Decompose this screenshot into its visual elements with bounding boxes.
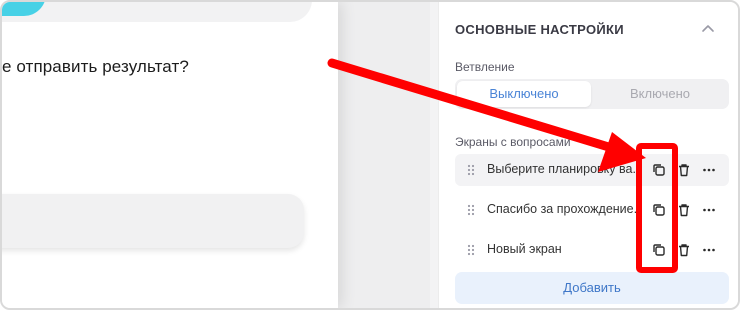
more-icon[interactable]: [701, 162, 717, 178]
more-icon[interactable]: [701, 242, 717, 258]
screen-item-label: Выберите планировку ва...: [487, 162, 637, 176]
settings-panel: ОСНОВНЫЕ НАСТРОЙКИ Ветвление Выключено В…: [438, 2, 738, 308]
branching-option-off[interactable]: Выключено: [457, 81, 591, 107]
screen-list-item[interactable]: Выберите планировку ва...: [455, 154, 729, 186]
app-frame: е отправить результат? ОСНОВНЫЕ НАСТРОЙК…: [0, 0, 740, 310]
screen-list-item[interactable]: Новый экран: [455, 234, 729, 266]
screen-item-label: Новый экран: [487, 242, 562, 256]
branching-toggle: Выключено Включено: [455, 79, 729, 109]
section-title: ОСНОВНЫЕ НАСТРОЙКИ: [455, 22, 624, 37]
copy-icon[interactable]: [651, 162, 667, 178]
branching-option-on[interactable]: Включено: [593, 81, 727, 107]
screen-item-label: Спасибо за прохождение...: [487, 202, 637, 216]
question-text: е отправить результат?: [2, 57, 189, 76]
trash-icon[interactable]: [676, 202, 692, 218]
more-icon[interactable]: [701, 202, 717, 218]
branching-label: Ветвление: [455, 60, 515, 74]
screen-list-item[interactable]: Спасибо за прохождение...: [455, 194, 729, 226]
drag-handle-icon[interactable]: [467, 164, 475, 176]
trash-icon[interactable]: [676, 162, 692, 178]
copy-icon[interactable]: [651, 202, 667, 218]
trash-icon[interactable]: [676, 242, 692, 258]
top-pill: [2, 2, 312, 22]
drag-handle-icon[interactable]: [467, 204, 475, 216]
drag-handle-icon[interactable]: [467, 244, 475, 256]
add-screen-button[interactable]: Добавить: [455, 272, 729, 304]
preview-canvas: е отправить результат?: [2, 2, 430, 308]
answer-input[interactable]: [2, 194, 304, 248]
screens-label: Экраны с вопросами: [455, 135, 571, 149]
chevron-up-icon[interactable]: [700, 21, 716, 37]
copy-icon[interactable]: [651, 242, 667, 258]
preview-card: е отправить результат?: [2, 2, 338, 308]
